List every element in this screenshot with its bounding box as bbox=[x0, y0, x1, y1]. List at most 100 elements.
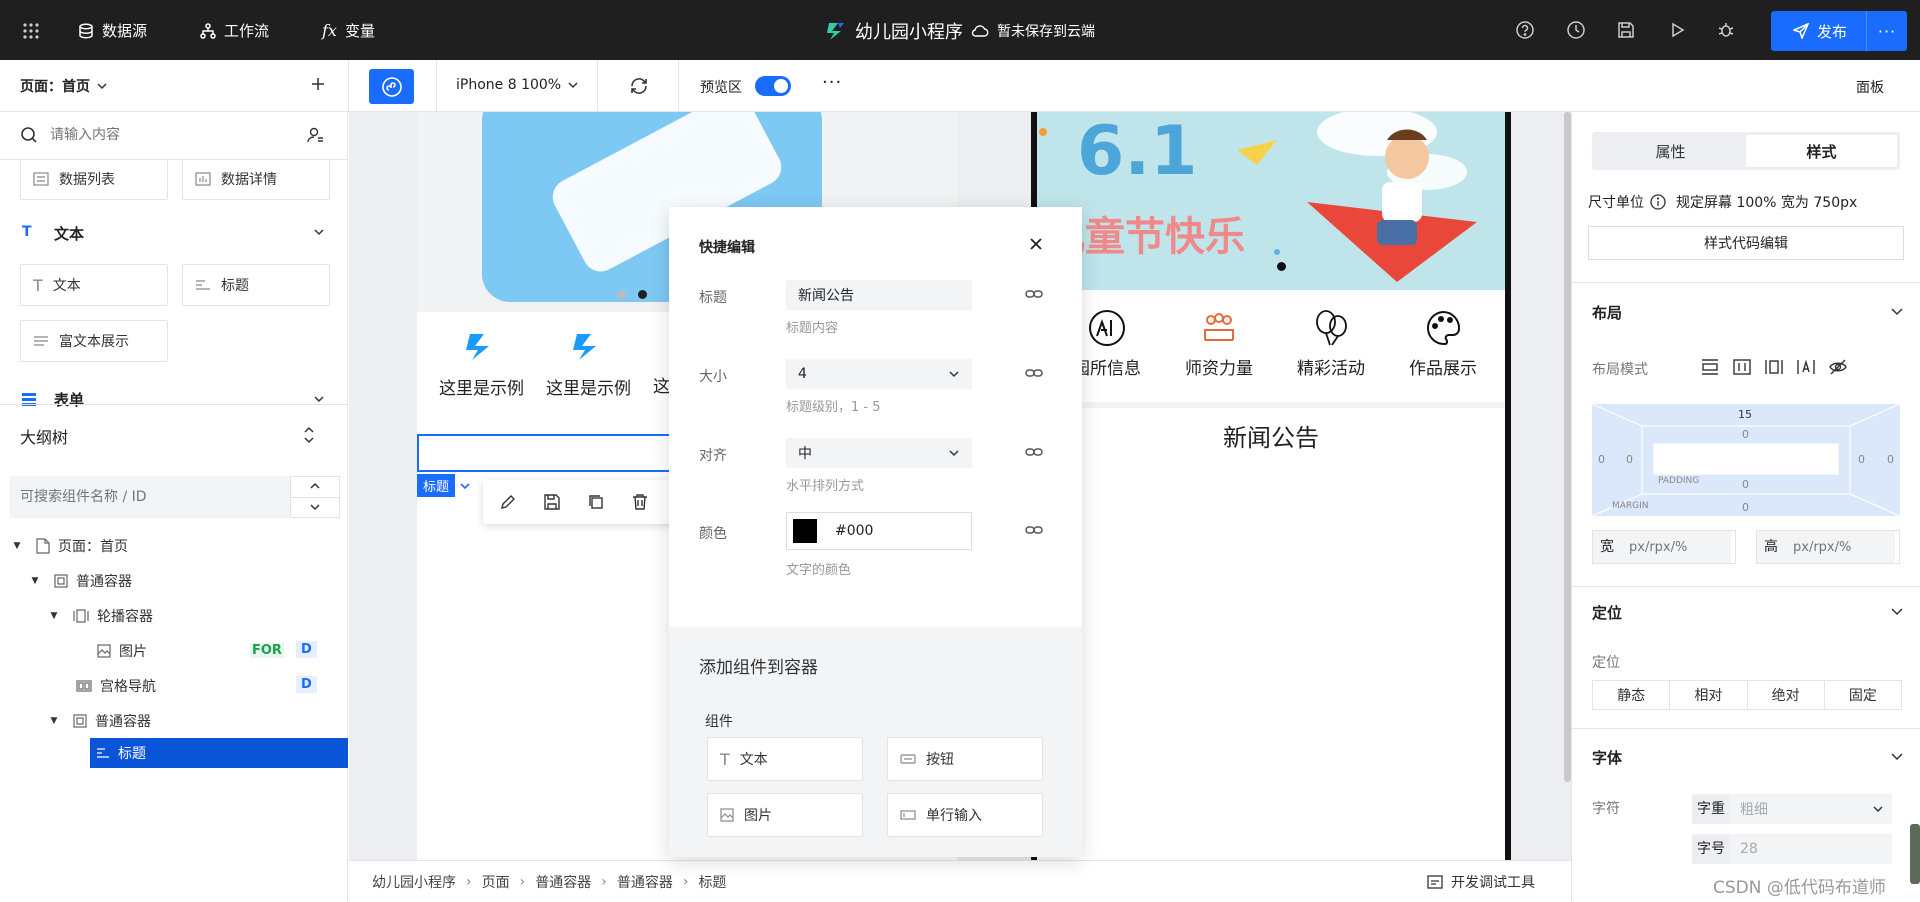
position-relative[interactable]: 相对 bbox=[1670, 681, 1748, 709]
margin-right-value[interactable]: 0 bbox=[1887, 453, 1894, 466]
workflow-menu[interactable]: 工作流 bbox=[200, 20, 269, 41]
tree-node[interactable]: 宫格导航 D bbox=[0, 668, 348, 703]
grid-icon[interactable] bbox=[20, 20, 42, 42]
chevron-up-icon[interactable] bbox=[309, 480, 321, 492]
selected-tag[interactable]: 标题 bbox=[417, 474, 471, 497]
padding-left-value[interactable]: 0 bbox=[1626, 453, 1633, 466]
position-static[interactable]: 静态 bbox=[1593, 681, 1671, 709]
variables-menu[interactable]: fx 变量 bbox=[322, 20, 375, 41]
user-icon[interactable] bbox=[306, 126, 324, 144]
devtools-button[interactable]: 开发调试工具 bbox=[1427, 872, 1535, 892]
refresh-icon[interactable] bbox=[628, 75, 650, 97]
device-selector[interactable]: iPhone 8 100% bbox=[456, 77, 579, 93]
history-icon[interactable] bbox=[1566, 20, 1586, 40]
save-icon[interactable] bbox=[1616, 20, 1636, 40]
layout-block-icon[interactable] bbox=[1700, 358, 1720, 376]
layout-flex-icon[interactable] bbox=[1796, 358, 1816, 376]
play-icon[interactable] bbox=[1667, 20, 1687, 40]
tree-node[interactable]: 图片 FOR D bbox=[0, 633, 348, 668]
font-size-value[interactable]: 28 bbox=[1730, 841, 1758, 857]
carousel-dot[interactable] bbox=[638, 290, 647, 299]
caret-down-icon[interactable]: ▼ bbox=[10, 541, 24, 551]
link-icon[interactable] bbox=[1025, 367, 1043, 379]
grid-nav-item[interactable]: 这里是示例 bbox=[439, 332, 524, 399]
chevron-down-icon[interactable] bbox=[1890, 304, 1904, 318]
debug-icon[interactable] bbox=[1716, 20, 1736, 40]
tree-node[interactable]: ▼ 普通容器 bbox=[0, 703, 348, 738]
padding-bottom-value[interactable]: 0 bbox=[1742, 478, 1749, 491]
add-button-button[interactable]: 按钮 bbox=[887, 737, 1043, 781]
chevron-down-icon[interactable] bbox=[313, 226, 325, 238]
carousel-dot[interactable] bbox=[617, 290, 626, 299]
grid-nav-item[interactable]: 这 bbox=[653, 334, 670, 397]
preview-nav-item[interactable]: 作品展示 bbox=[1409, 308, 1477, 379]
breadcrumb-item[interactable]: 普通容器 bbox=[535, 872, 591, 892]
height-input[interactable] bbox=[1785, 531, 1895, 563]
add-text-button[interactable]: T 文本 bbox=[707, 737, 863, 781]
save-icon[interactable] bbox=[543, 493, 561, 511]
panel-button[interactable]: 面板 bbox=[1856, 77, 1884, 97]
tree-node[interactable]: ▼ 轮播容器 bbox=[0, 598, 348, 633]
breadcrumb-item[interactable]: 普通容器 bbox=[617, 872, 673, 892]
position-absolute[interactable]: 绝对 bbox=[1748, 681, 1825, 709]
tab-style[interactable]: 样式 bbox=[1746, 135, 1897, 167]
delete-icon[interactable] bbox=[631, 493, 649, 511]
add-image-button[interactable]: 图片 bbox=[707, 793, 863, 837]
right-scrollbar[interactable] bbox=[1910, 824, 1920, 884]
size-select[interactable]: 4 bbox=[786, 359, 972, 389]
margin-top-value[interactable]: 15 bbox=[1738, 408, 1752, 421]
breadcrumb-item[interactable]: 幼儿园小程序 bbox=[372, 872, 456, 892]
mini-program-button[interactable] bbox=[369, 69, 414, 104]
info-icon[interactable] bbox=[1650, 194, 1666, 210]
chevron-down-icon[interactable] bbox=[1890, 749, 1904, 763]
link-icon[interactable] bbox=[1025, 524, 1043, 536]
preview-nav-item[interactable]: 园所信息 bbox=[1073, 308, 1141, 379]
component-data-list[interactable]: 数据列表 bbox=[20, 160, 168, 200]
canvas-scrollbar[interactable] bbox=[1564, 112, 1571, 782]
margin-bottom-value[interactable]: 0 bbox=[1742, 501, 1749, 514]
caret-down-icon[interactable]: ▼ bbox=[47, 611, 61, 621]
preview-nav-item[interactable]: 精彩活动 bbox=[1297, 308, 1365, 379]
color-input[interactable]: #000 bbox=[786, 512, 972, 550]
edit-icon[interactable] bbox=[499, 493, 517, 511]
preview-nav-item[interactable]: 师资力量 bbox=[1185, 308, 1253, 379]
datasource-menu[interactable]: 数据源 bbox=[78, 20, 147, 41]
padding-top-value[interactable]: 0 bbox=[1742, 428, 1749, 441]
outline-search-input[interactable] bbox=[20, 484, 280, 510]
page-selector[interactable]: 页面：首页 bbox=[20, 76, 108, 96]
link-icon[interactable] bbox=[1025, 446, 1043, 458]
tree-node-selected[interactable]: 标题 bbox=[90, 738, 348, 768]
caret-down-icon[interactable]: ▼ bbox=[28, 576, 42, 586]
layout-hidden-icon[interactable] bbox=[1828, 358, 1848, 376]
tree-node[interactable]: ▼ 页面：首页 bbox=[0, 528, 348, 563]
color-swatch[interactable] bbox=[793, 519, 817, 543]
component-data-detail[interactable]: 数据详情 bbox=[182, 160, 330, 200]
title-input[interactable]: 新闻公告 bbox=[786, 280, 972, 310]
align-select[interactable]: 中 bbox=[786, 438, 972, 468]
preview-toggle[interactable] bbox=[755, 76, 791, 96]
layout-inline-icon[interactable] bbox=[1764, 358, 1784, 376]
expand-collapse-icon[interactable] bbox=[302, 426, 316, 444]
link-icon[interactable] bbox=[1025, 288, 1043, 300]
style-code-button[interactable]: 样式代码编辑 bbox=[1588, 226, 1904, 260]
copy-icon[interactable] bbox=[587, 493, 605, 511]
font-weight-select[interactable]: 粗细 bbox=[1730, 799, 1892, 819]
publish-button[interactable]: 发布 ··· bbox=[1771, 11, 1907, 51]
close-icon[interactable] bbox=[1029, 237, 1043, 251]
chevron-down-icon[interactable] bbox=[309, 501, 321, 513]
chevron-down-icon[interactable] bbox=[1890, 604, 1904, 618]
padding-right-value[interactable]: 0 bbox=[1858, 453, 1865, 466]
component-rich-text[interactable]: 富文本展示 bbox=[20, 320, 168, 362]
banner-dot[interactable] bbox=[1277, 262, 1286, 271]
component-search-input[interactable] bbox=[50, 122, 290, 148]
chevron-down-icon[interactable] bbox=[459, 480, 471, 492]
more-options-icon[interactable]: ··· bbox=[822, 72, 842, 93]
breadcrumb-item[interactable]: 页面 bbox=[482, 872, 510, 892]
tab-properties[interactable]: 属性 bbox=[1595, 135, 1746, 167]
help-icon[interactable] bbox=[1515, 20, 1535, 40]
breadcrumb-item[interactable]: 标题 bbox=[698, 872, 726, 892]
add-page-icon[interactable] bbox=[310, 76, 326, 92]
caret-down-icon[interactable]: ▼ bbox=[47, 716, 61, 726]
position-fixed[interactable]: 固定 bbox=[1825, 681, 1901, 709]
component-heading[interactable]: 标题 bbox=[182, 264, 330, 306]
